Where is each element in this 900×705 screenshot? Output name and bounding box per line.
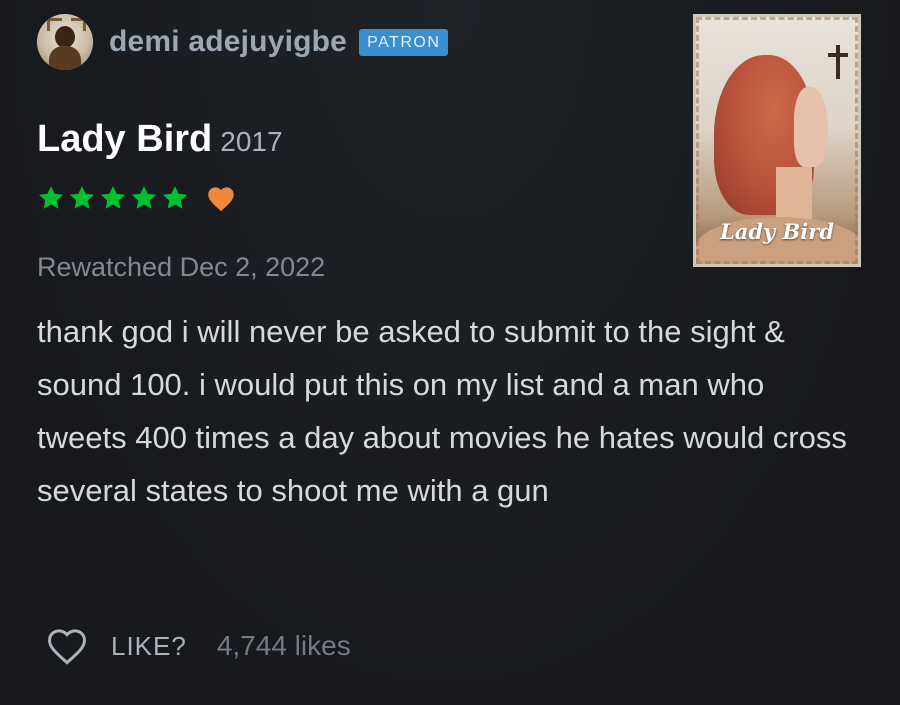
liked-heart-icon (208, 187, 234, 212)
username-link[interactable]: demi adejuyigbe (109, 25, 347, 59)
avatar[interactable] (37, 14, 93, 70)
star-icon (162, 186, 188, 209)
like-heart-icon[interactable] (45, 626, 89, 666)
avatar-decoration (71, 18, 86, 31)
film-title[interactable]: Lady Bird (37, 118, 212, 160)
star-icon (38, 186, 64, 209)
star-icon (131, 186, 157, 209)
review-card: demi adejuyigbe PATRON Lady Bird 2017 Rew… (0, 0, 900, 705)
star-icon (100, 186, 126, 209)
film-title-row: Lady Bird 2017 (37, 118, 283, 161)
likes-count[interactable]: 4,744 likes (217, 630, 351, 662)
star-icon (69, 186, 95, 209)
patron-badge: PATRON (359, 28, 449, 56)
review-text: thank god i will never be asked to submi… (37, 314, 847, 508)
avatar-head (55, 26, 75, 48)
poster-frame (696, 17, 858, 264)
review-footer: LIKE? 4,744 likes (45, 626, 351, 666)
review-header: demi adejuyigbe PATRON (37, 14, 449, 70)
film-poster[interactable]: Lady Bird (693, 14, 861, 267)
watched-date: Rewatched Dec 2, 2022 (37, 252, 326, 282)
like-button[interactable]: LIKE? (111, 631, 187, 662)
star-rating (37, 184, 236, 212)
avatar-body (49, 46, 81, 70)
review-body: thank god i will never be asked to submi… (37, 305, 857, 517)
film-year[interactable]: 2017 (220, 126, 282, 157)
